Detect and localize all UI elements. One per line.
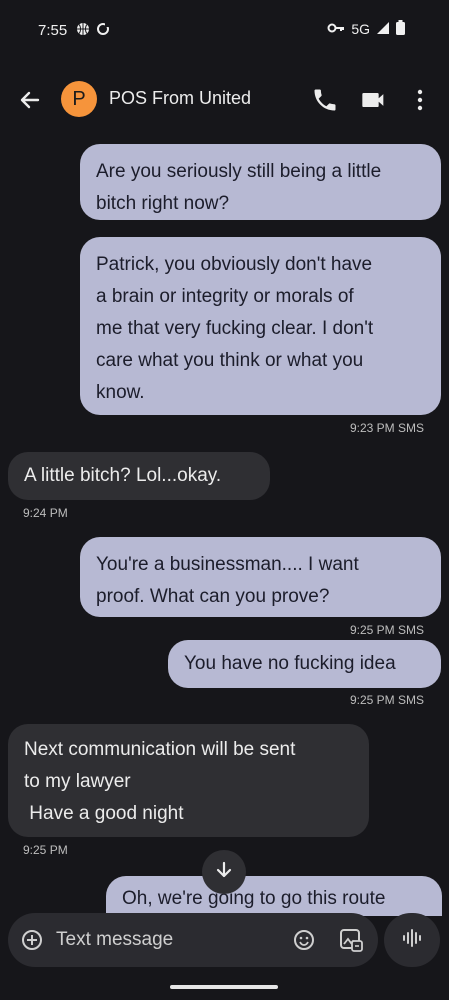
message-text-line: me that very fucking clear. I don't <box>96 318 374 339</box>
message-text-line: Patrick, you obviously don't have <box>96 254 373 275</box>
scroll-down-button[interactable] <box>202 850 246 894</box>
vpn-key-icon <box>327 21 345 37</box>
message-composer[interactable]: Text message <box>8 913 378 967</box>
status-bar: 7:55 5G <box>0 0 449 62</box>
network-type: 5G <box>351 21 370 37</box>
message-timestamp: 9:25 PM SMS <box>349 693 424 707</box>
message-bubble-outgoing[interactable]: Oh, we're going to go this route <box>106 876 442 916</box>
message-bubble-incoming[interactable]: A little bitch? Lol...okay. <box>8 452 270 500</box>
message-text-line: Oh, we're going to go this route <box>122 888 386 909</box>
message-text-line: bitch right now? <box>96 193 230 214</box>
phone-icon[interactable] <box>311 86 339 114</box>
basketball-icon <box>76 22 90 41</box>
message-text-line: Are you seriously still being a little <box>96 161 382 182</box>
message-timestamp: 9:25 PM SMS <box>349 623 424 637</box>
message-text-line: know. <box>96 382 145 403</box>
message-bubble-incoming[interactable]: Next communication will be sent to my la… <box>8 724 369 837</box>
message-input[interactable]: Text message <box>56 929 173 951</box>
home-indicator[interactable] <box>170 985 278 989</box>
message-text-line: care what you think or what you <box>96 350 364 371</box>
message-text-line: to my lawyer <box>24 771 131 792</box>
message-timestamp: 9:23 PM SMS <box>349 421 424 435</box>
signal-icon <box>376 21 390 38</box>
emoji-icon[interactable] <box>292 928 316 957</box>
message-text-line: proof. What can you prove? <box>96 586 330 607</box>
message-text-line: a brain or integrity or morals of <box>96 286 354 307</box>
voice-icon <box>400 926 424 955</box>
more-vert-icon[interactable] <box>408 86 436 114</box>
message-text-line: A little bitch? Lol...okay. <box>24 465 222 486</box>
avatar[interactable]: P <box>61 81 97 117</box>
voice-button[interactable] <box>384 913 440 967</box>
message-timestamp: 9:24 PM <box>23 506 68 520</box>
status-time: 7:55 <box>38 22 68 39</box>
message-text-line: You have no fucking idea <box>184 653 396 674</box>
sync-icon <box>96 22 110 41</box>
message-bubble-outgoing[interactable]: Patrick, you obviously don't have a brai… <box>80 237 441 415</box>
conversation-header: P POS From United <box>0 72 449 128</box>
message-bubble-outgoing[interactable]: Are you seriously still being a little b… <box>80 144 441 220</box>
add-icon[interactable] <box>20 928 44 957</box>
video-call-icon[interactable] <box>360 86 388 114</box>
gallery-icon[interactable] <box>338 927 364 958</box>
battery-icon <box>396 20 405 38</box>
message-text-line: Next communication will be sent <box>24 739 296 760</box>
message-timestamp: 9:25 PM <box>23 843 68 857</box>
message-bubble-outgoing[interactable]: You're a businessman.... I want proof. W… <box>80 537 441 617</box>
scroll-down-icon <box>214 860 234 885</box>
back-arrow-icon[interactable] <box>16 86 44 114</box>
message-text-line: You're a businessman.... I want <box>96 554 359 575</box>
contact-name[interactable]: POS From United <box>109 88 251 109</box>
message-text-line: Have a good night <box>24 803 184 824</box>
message-bubble-outgoing[interactable]: You have no fucking idea <box>168 640 441 688</box>
